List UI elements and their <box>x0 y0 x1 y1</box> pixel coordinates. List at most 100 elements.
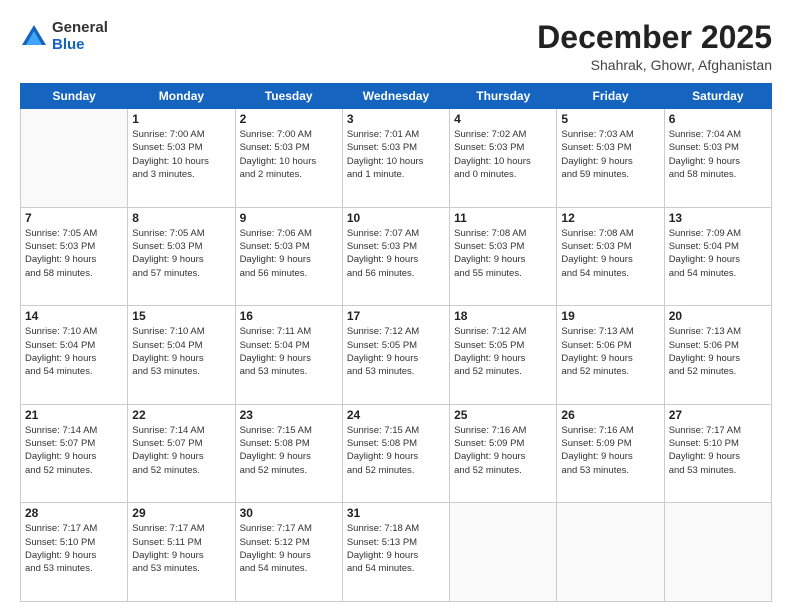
calendar-cell: 2Sunrise: 7:00 AMSunset: 5:03 PMDaylight… <box>235 109 342 208</box>
calendar-cell: 29 Sunrise: 7:17 AMSunset: 5:11 PMDayligh… <box>128 503 235 602</box>
day-number: 25 <box>454 408 552 422</box>
calendar-cell: 14Sunrise: 7:10 AMSunset: 5:04 PMDayligh… <box>21 306 128 405</box>
day-info: Sunrise: 7:12 AMSunset: 5:05 PMDaylight:… <box>347 325 445 378</box>
day-number: 13 <box>669 211 767 225</box>
calendar-cell: 25 Sunrise: 7:16 AMSunset: 5:09 PMDayligh… <box>450 404 557 503</box>
calendar-cell: 23Sunrise: 7:15 AMSunset: 5:08 PMDayligh… <box>235 404 342 503</box>
day-info: Sunrise: 7:16 AMSunset: 5:09 PMDaylight:… <box>454 424 552 477</box>
header-tuesday: Tuesday <box>235 84 342 109</box>
day-number: 7 <box>25 211 123 225</box>
day-number: 22 <box>132 408 230 422</box>
day-number: 17 <box>347 309 445 323</box>
calendar-week-5: 28 Sunrise: 7:17 AMSunset: 5:10 PMDayligh… <box>21 503 772 602</box>
logo: General Blue <box>20 20 108 53</box>
header-friday: Friday <box>557 84 664 109</box>
weekday-header-row: Sunday Monday Tuesday Wednesday Thursday… <box>21 84 772 109</box>
calendar-cell <box>557 503 664 602</box>
calendar-cell <box>664 503 771 602</box>
calendar-week-3: 14Sunrise: 7:10 AMSunset: 5:04 PMDayligh… <box>21 306 772 405</box>
header-wednesday: Wednesday <box>342 84 449 109</box>
day-info: Sunrise: 7:05 AMSunset: 5:03 PMDaylight:… <box>132 227 230 280</box>
calendar-cell: 1Sunrise: 7:00 AMSunset: 5:03 PMDaylight… <box>128 109 235 208</box>
day-number: 19 <box>561 309 659 323</box>
day-info: Sunrise: 7:12 AMSunset: 5:05 PMDaylight:… <box>454 325 552 378</box>
day-number: 27 <box>669 408 767 422</box>
day-number: 26 <box>561 408 659 422</box>
day-info: Sunrise: 7:00 AMSunset: 5:03 PMDaylight:… <box>240 128 338 181</box>
location: Shahrak, Ghowr, Afghanistan <box>537 57 772 73</box>
logo-text: General Blue <box>52 20 108 53</box>
day-info: Sunrise: 7:17 AMSunset: 5:10 PMDaylight:… <box>25 522 123 575</box>
calendar-cell: 13 Sunrise: 7:09 AMSunset: 5:04 PMDayligh… <box>664 207 771 306</box>
day-info: Sunrise: 7:15 AMSunset: 5:08 PMDaylight:… <box>347 424 445 477</box>
day-info: Sunrise: 7:04 AMSunset: 5:03 PMDaylight:… <box>669 128 767 181</box>
day-number: 18 <box>454 309 552 323</box>
day-info: Sunrise: 7:13 AMSunset: 5:06 PMDaylight:… <box>561 325 659 378</box>
day-info: Sunrise: 7:17 AMSunset: 5:12 PMDaylight:… <box>240 522 338 575</box>
day-number: 29 <box>132 506 230 520</box>
day-info: Sunrise: 7:11 AMSunset: 5:04 PMDaylight:… <box>240 325 338 378</box>
month-year: December 2025 <box>537 20 772 55</box>
calendar-cell: 9 Sunrise: 7:06 AMSunset: 5:03 PMDaylight… <box>235 207 342 306</box>
calendar-cell: 27 Sunrise: 7:17 AMSunset: 5:10 PMDayligh… <box>664 404 771 503</box>
calendar-cell: 19 Sunrise: 7:13 AMSunset: 5:06 PMDayligh… <box>557 306 664 405</box>
day-info: Sunrise: 7:17 AMSunset: 5:11 PMDaylight:… <box>132 522 230 575</box>
day-info: Sunrise: 7:14 AMSunset: 5:07 PMDaylight:… <box>25 424 123 477</box>
calendar-cell: 8 Sunrise: 7:05 AMSunset: 5:03 PMDaylight… <box>128 207 235 306</box>
title-block: December 2025 Shahrak, Ghowr, Afghanista… <box>537 20 772 73</box>
day-number: 3 <box>347 112 445 126</box>
day-number: 24 <box>347 408 445 422</box>
logo-blue: Blue <box>52 36 85 53</box>
day-number: 16 <box>240 309 338 323</box>
day-info: Sunrise: 7:17 AMSunset: 5:10 PMDaylight:… <box>669 424 767 477</box>
logo-general: General <box>52 19 108 36</box>
day-info: Sunrise: 7:03 AMSunset: 5:03 PMDaylight:… <box>561 128 659 181</box>
calendar-cell: 20Sunrise: 7:13 AMSunset: 5:06 PMDayligh… <box>664 306 771 405</box>
calendar-cell: 24 Sunrise: 7:15 AMSunset: 5:08 PMDayligh… <box>342 404 449 503</box>
day-info: Sunrise: 7:10 AMSunset: 5:04 PMDaylight:… <box>25 325 123 378</box>
calendar-cell <box>450 503 557 602</box>
day-info: Sunrise: 7:10 AMSunset: 5:04 PMDaylight:… <box>132 325 230 378</box>
calendar-cell: 21 Sunrise: 7:14 AMSunset: 5:07 PMDayligh… <box>21 404 128 503</box>
day-info: Sunrise: 7:07 AMSunset: 5:03 PMDaylight:… <box>347 227 445 280</box>
day-info: Sunrise: 7:05 AMSunset: 5:03 PMDaylight:… <box>25 227 123 280</box>
calendar-cell: 3Sunrise: 7:01 AMSunset: 5:03 PMDaylight… <box>342 109 449 208</box>
header: General Blue December 2025 Shahrak, Ghow… <box>20 20 772 73</box>
day-number: 28 <box>25 506 123 520</box>
calendar-cell <box>21 109 128 208</box>
day-info: Sunrise: 7:02 AMSunset: 5:03 PMDaylight:… <box>454 128 552 181</box>
day-number: 31 <box>347 506 445 520</box>
calendar-cell: 28 Sunrise: 7:17 AMSunset: 5:10 PMDayligh… <box>21 503 128 602</box>
logo-icon <box>20 23 48 51</box>
day-number: 20 <box>669 309 767 323</box>
day-info: Sunrise: 7:08 AMSunset: 5:03 PMDaylight:… <box>561 227 659 280</box>
calendar-week-1: 1Sunrise: 7:00 AMSunset: 5:03 PMDaylight… <box>21 109 772 208</box>
day-number: 23 <box>240 408 338 422</box>
day-number: 4 <box>454 112 552 126</box>
calendar-cell: 6 Sunrise: 7:04 AMSunset: 5:03 PMDaylight… <box>664 109 771 208</box>
day-info: Sunrise: 7:06 AMSunset: 5:03 PMDaylight:… <box>240 227 338 280</box>
day-number: 9 <box>240 211 338 225</box>
day-number: 21 <box>25 408 123 422</box>
day-number: 8 <box>132 211 230 225</box>
day-number: 12 <box>561 211 659 225</box>
calendar-cell: 30 Sunrise: 7:17 AMSunset: 5:12 PMDayligh… <box>235 503 342 602</box>
header-thursday: Thursday <box>450 84 557 109</box>
calendar-cell: 7 Sunrise: 7:05 AMSunset: 5:03 PMDaylight… <box>21 207 128 306</box>
calendar-cell: 17 Sunrise: 7:12 AMSunset: 5:05 PMDayligh… <box>342 306 449 405</box>
header-monday: Monday <box>128 84 235 109</box>
calendar-cell: 4 Sunrise: 7:02 AMSunset: 5:03 PMDaylight… <box>450 109 557 208</box>
day-info: Sunrise: 7:09 AMSunset: 5:04 PMDaylight:… <box>669 227 767 280</box>
calendar-cell: 11Sunrise: 7:08 AMSunset: 5:03 PMDayligh… <box>450 207 557 306</box>
day-number: 30 <box>240 506 338 520</box>
calendar-cell: 12 Sunrise: 7:08 AMSunset: 5:03 PMDayligh… <box>557 207 664 306</box>
calendar-cell: 18 Sunrise: 7:12 AMSunset: 5:05 PMDayligh… <box>450 306 557 405</box>
calendar-week-4: 21 Sunrise: 7:14 AMSunset: 5:07 PMDayligh… <box>21 404 772 503</box>
calendar-cell: 5Sunrise: 7:03 AMSunset: 5:03 PMDaylight… <box>557 109 664 208</box>
day-info: Sunrise: 7:16 AMSunset: 5:09 PMDaylight:… <box>561 424 659 477</box>
day-info: Sunrise: 7:14 AMSunset: 5:07 PMDaylight:… <box>132 424 230 477</box>
day-info: Sunrise: 7:00 AMSunset: 5:03 PMDaylight:… <box>132 128 230 181</box>
day-number: 6 <box>669 112 767 126</box>
day-number: 15 <box>132 309 230 323</box>
day-number: 10 <box>347 211 445 225</box>
